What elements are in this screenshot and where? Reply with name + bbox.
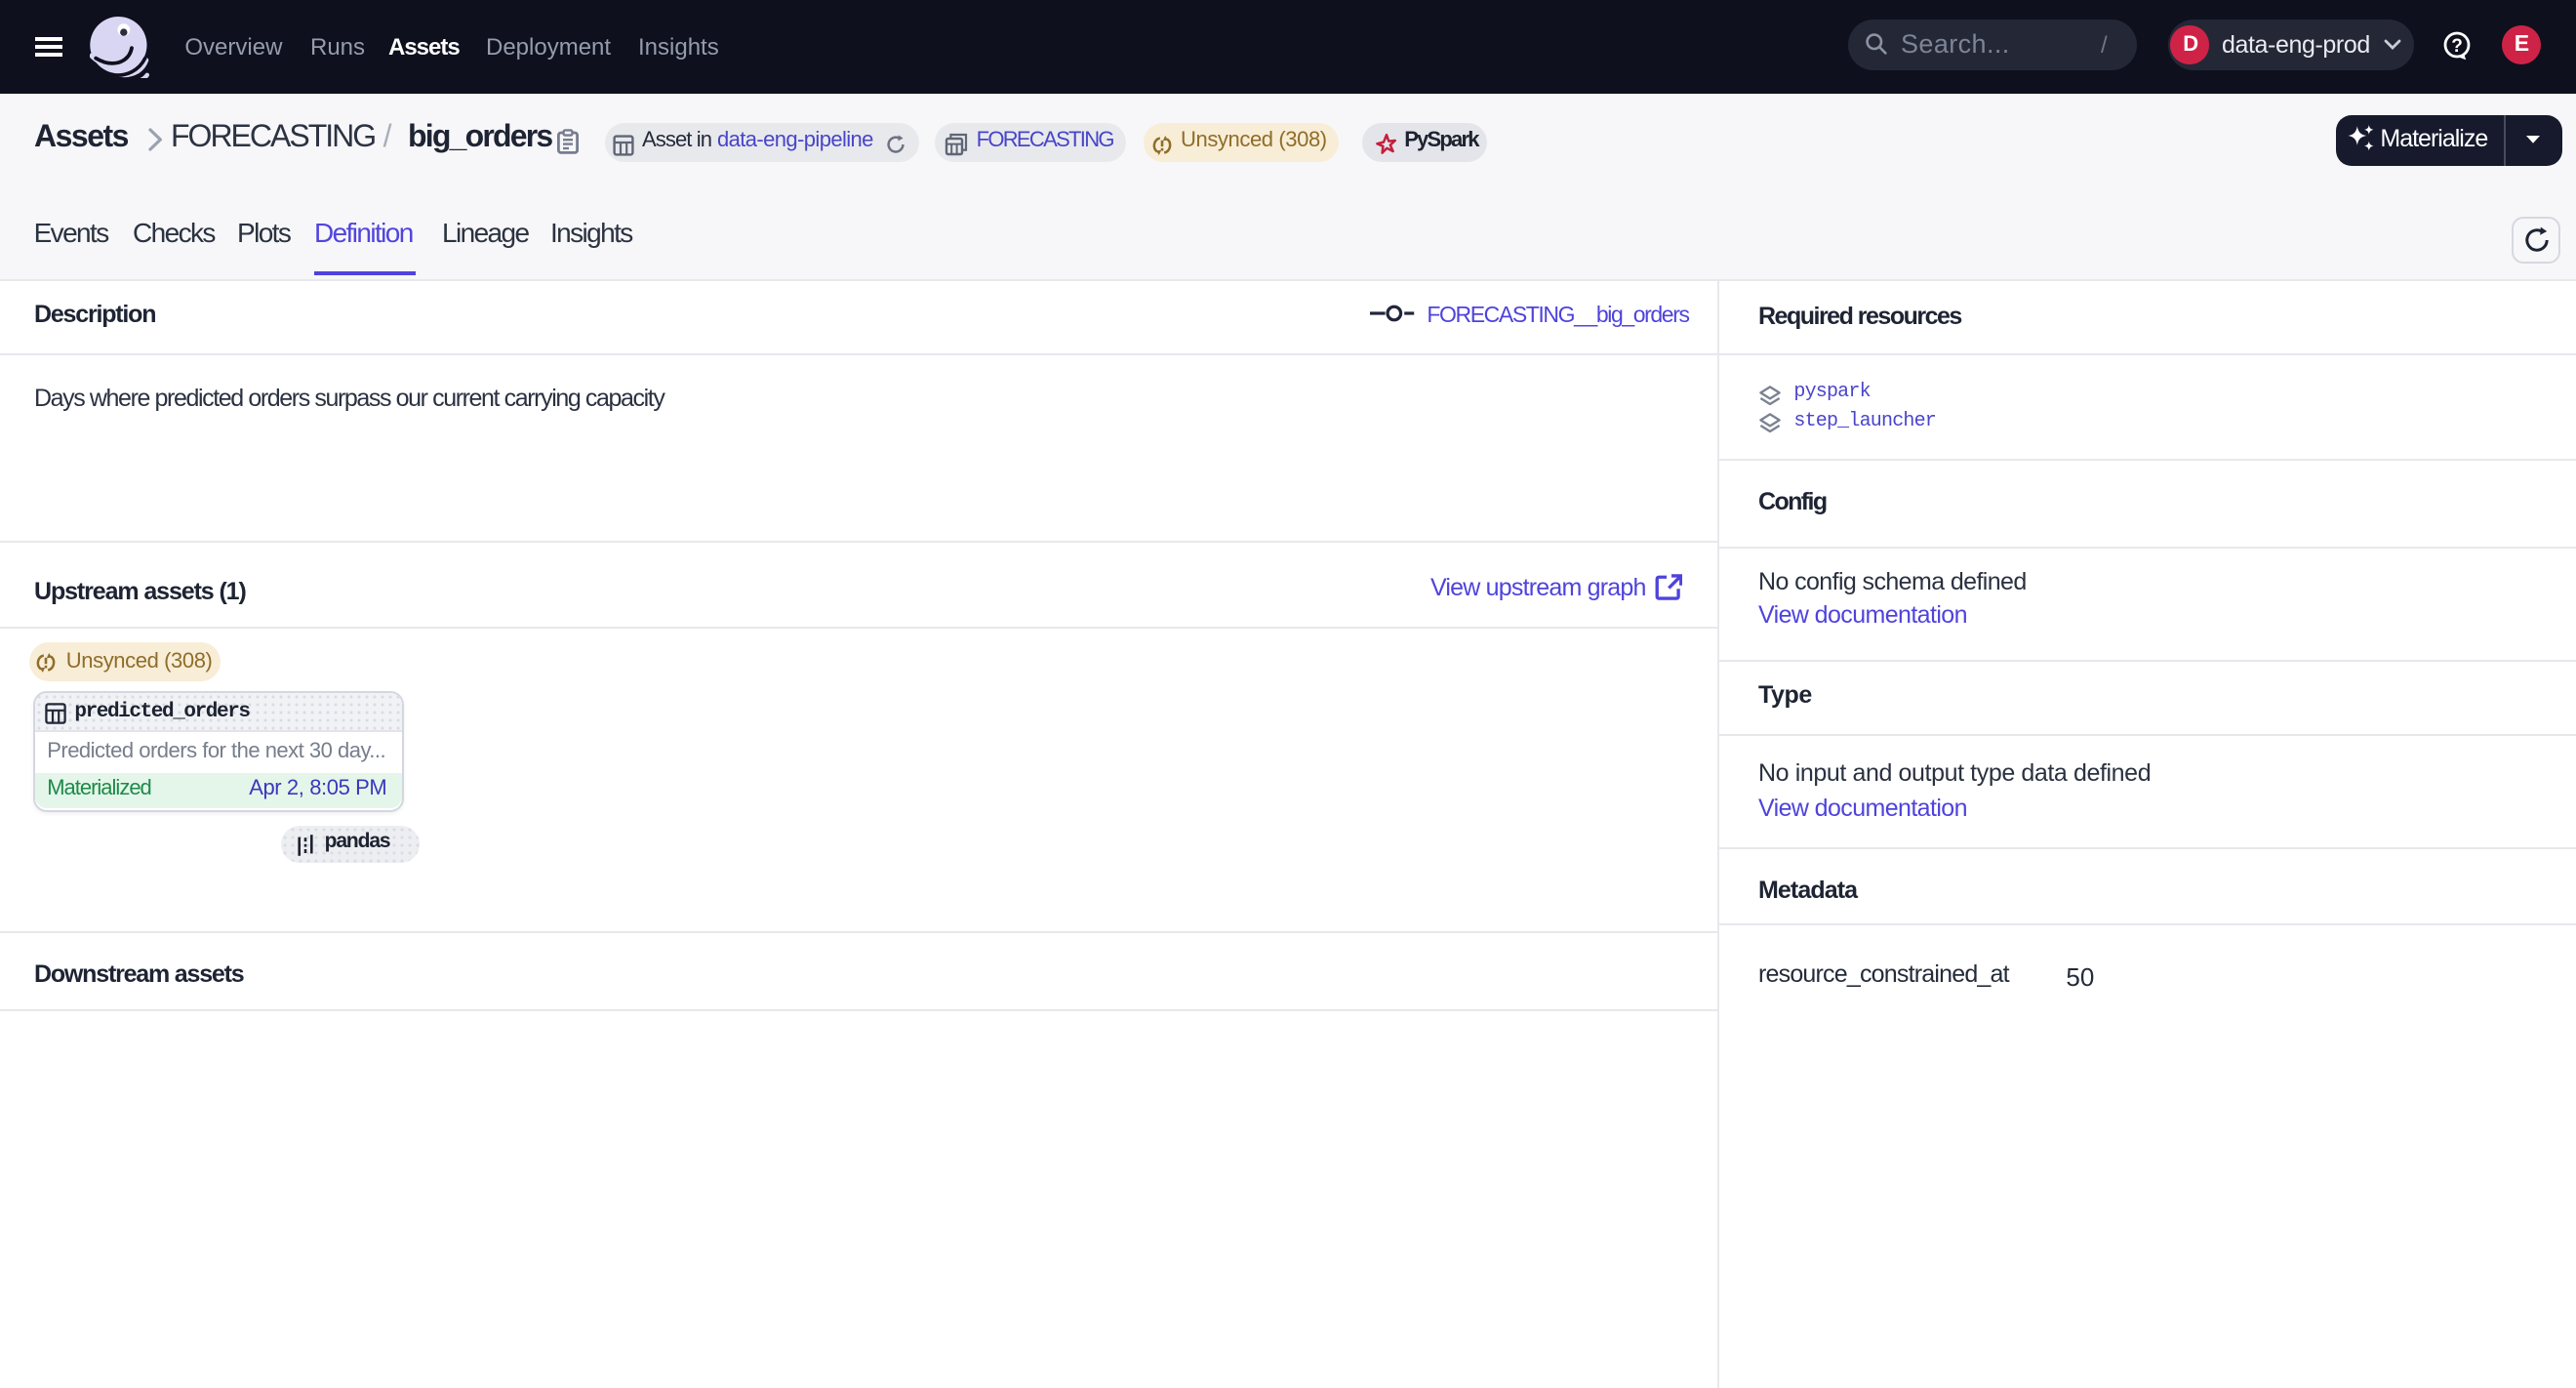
svg-text:?: ? xyxy=(2450,35,2462,56)
